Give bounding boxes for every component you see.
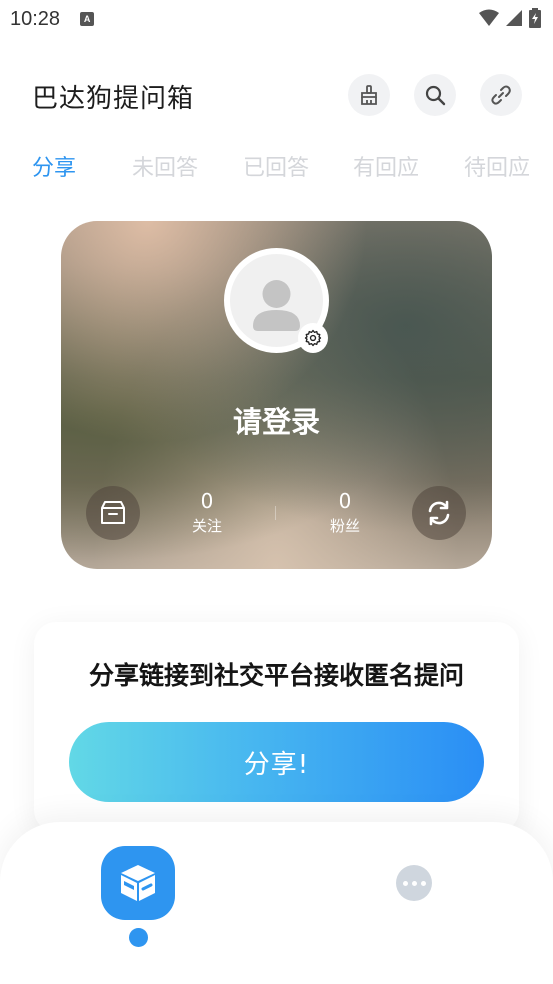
- more-button[interactable]: [396, 865, 432, 901]
- search-icon: [425, 85, 446, 106]
- followers-label: 粉丝: [329, 517, 360, 535]
- wifi-icon: [479, 9, 499, 26]
- status-icons: [479, 8, 541, 28]
- tab-responded[interactable]: 有回应: [353, 150, 419, 182]
- nav-box-button[interactable]: [101, 846, 175, 920]
- more-dot: [402, 880, 408, 886]
- broom-icon: [361, 85, 377, 105]
- link-icon: [491, 85, 511, 105]
- inbox-button[interactable]: [86, 486, 140, 540]
- refresh-button[interactable]: [412, 486, 466, 540]
- more-dot: [420, 880, 426, 886]
- following-stat[interactable]: 0 关注: [167, 489, 247, 537]
- app-header: 巴达狗提问箱: [0, 70, 553, 120]
- tab-share[interactable]: 分享: [32, 150, 76, 182]
- following-count: 0: [200, 489, 214, 513]
- battery-icon: [529, 8, 541, 28]
- following-label: 关注: [191, 517, 222, 535]
- signal-icon: [506, 10, 522, 26]
- share-button[interactable]: 分享!: [69, 722, 484, 802]
- stat-divider: [275, 506, 276, 520]
- status-bar: 10:28 A: [0, 0, 553, 38]
- box-3d-icon: [121, 865, 155, 901]
- profile-card: 请登录 0 关注 0 粉丝: [61, 221, 492, 569]
- search-button[interactable]: [414, 74, 456, 116]
- gear-icon: [304, 329, 322, 347]
- bottom-nav: [0, 822, 553, 984]
- refresh-icon: [428, 500, 450, 526]
- tab-unanswered[interactable]: 未回答: [132, 150, 198, 182]
- status-time: 10:28: [10, 7, 61, 30]
- tab-pending-response[interactable]: 待回应: [464, 150, 530, 182]
- avatar-settings-button[interactable]: [298, 323, 328, 353]
- followers-stat[interactable]: 0 粉丝: [305, 489, 385, 537]
- more-dot: [411, 880, 417, 886]
- login-prompt[interactable]: 请登录: [61, 399, 492, 441]
- share-title: 分享链接到社交平台接收匿名提问: [88, 661, 464, 690]
- tab-answered[interactable]: 已回答: [243, 150, 309, 182]
- notification-a-icon: A: [80, 12, 95, 26]
- box-icon: [101, 501, 125, 524]
- clean-button[interactable]: [348, 74, 390, 116]
- followers-count: 0: [338, 489, 352, 513]
- tab-bar: 分享 未回答 已回答 有回应 待回应: [0, 150, 553, 186]
- app-title: 巴达狗提问箱: [32, 84, 195, 114]
- link-button[interactable]: [480, 74, 522, 116]
- active-indicator-dot: [129, 928, 148, 947]
- share-card: 分享链接到社交平台接收匿名提问 分享!: [34, 622, 519, 832]
